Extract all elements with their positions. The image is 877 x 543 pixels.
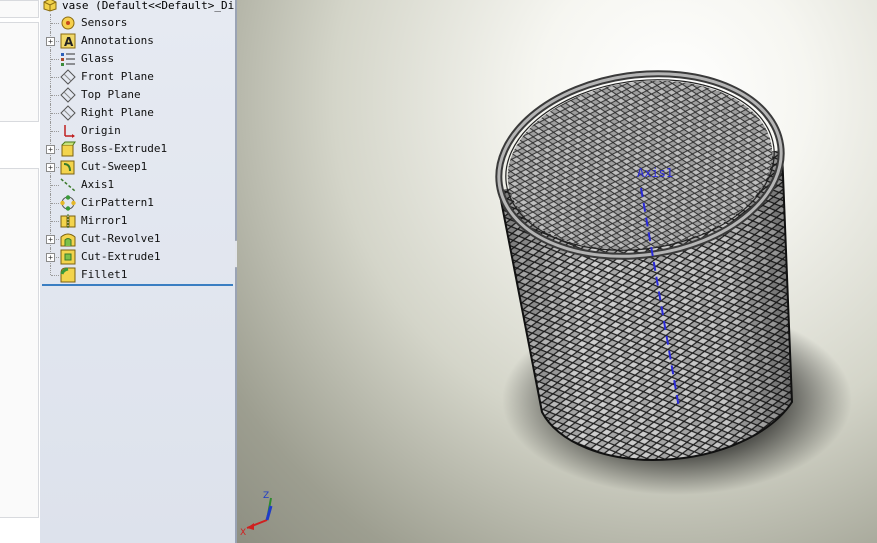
tree-item-right-plane[interactable]: Right Plane [40, 104, 235, 122]
tree-connector [51, 275, 59, 276]
tree-connector [51, 203, 59, 204]
tree-item-front-plane[interactable]: Front Plane [40, 68, 235, 86]
strip-panel [0, 22, 39, 122]
tree-item-fillet1[interactable]: Fillet1 [40, 266, 235, 284]
svg-text:A: A [64, 35, 74, 49]
graphics-viewport[interactable]: Axis1 Z X [237, 0, 877, 543]
tree-item-label: Annotations [81, 34, 154, 47]
tree-item-cirpattern1[interactable]: CirPattern1 [40, 194, 235, 212]
tree-item-top-plane[interactable]: Top Plane [40, 86, 235, 104]
plane-icon [60, 69, 76, 85]
plane-icon [60, 87, 76, 103]
strip-tab[interactable] [0, 0, 39, 18]
tree-item-boss-extrude1[interactable]: + Boss-Extrude1 [40, 140, 235, 158]
tree-item-label: Sensors [81, 16, 128, 29]
tree-connector [51, 221, 59, 222]
vase-model[interactable] [237, 0, 877, 543]
tree-item-label: Boss-Extrude1 [81, 142, 168, 155]
tree-item-label: Top Plane [81, 88, 141, 101]
tree-item-label: Fillet1 [81, 268, 128, 281]
tree-item-annotations[interactable]: + A Annotations [40, 32, 235, 50]
reference-triad[interactable]: Z X [237, 488, 287, 543]
tree-connector [51, 185, 59, 186]
tree-item-label: Glass [81, 52, 115, 65]
tree-item-cut-sweep1[interactable]: + Cut-Sweep1 [40, 158, 235, 176]
cut-revolve-icon [60, 233, 76, 247]
tree-connector [51, 95, 59, 96]
cut-sweep-icon [60, 160, 75, 175]
tree-connector [51, 131, 59, 132]
fillet-icon [60, 267, 76, 283]
triad-x-label: X [240, 528, 246, 538]
tree-item-label: Cut-Sweep1 [81, 160, 148, 173]
triad-z-label: Z [263, 491, 269, 501]
origin-icon [64, 125, 75, 138]
tree-item-cut-revolve1[interactable]: + Cut-Revolve1 [40, 230, 235, 248]
tree-connector [51, 113, 59, 114]
feature-manager-tree: vase (Default<<Default>_Disp Sensors + A An… [40, 0, 237, 543]
tree-item-origin[interactable]: Origin [40, 122, 235, 140]
tree-item-label: Front Plane [81, 70, 154, 83]
tree-item-label: Cut-Revolve1 [81, 232, 161, 245]
material-icon [61, 53, 75, 66]
strip-panel [0, 168, 39, 518]
tree-item-label: Origin [81, 124, 121, 137]
boss-extrude-icon [61, 141, 76, 157]
plane-icon [60, 105, 76, 121]
tree-item-label: Axis1 [81, 178, 115, 191]
tree-item-glass[interactable]: Glass [40, 50, 235, 68]
expand-icon[interactable]: + [46, 235, 55, 244]
tree-item-label: Mirror1 [81, 214, 128, 227]
tree-connector [51, 23, 59, 24]
cut-extrude-icon [60, 249, 76, 265]
tree-item-label: Right Plane [81, 106, 154, 119]
expand-icon[interactable]: + [46, 163, 55, 172]
tree-item-sensors[interactable]: Sensors [40, 14, 235, 32]
tree-item-label: CirPattern1 [81, 196, 154, 209]
rollback-bar[interactable] [42, 284, 233, 286]
mirror-icon [60, 214, 76, 228]
tree-item-label: Cut-Extrude1 [81, 250, 161, 263]
tree-connector [51, 77, 59, 78]
tree-item-mirror1[interactable]: Mirror1 [40, 212, 235, 230]
expand-icon[interactable]: + [46, 253, 55, 262]
part-icon [43, 0, 57, 12]
sensor-icon [61, 16, 75, 30]
tree-root-label: vase (Default<<Default>_Disp [62, 0, 237, 12]
z-axis-icon [265, 505, 273, 521]
tree-connector [50, 266, 52, 275]
axis-icon [60, 178, 76, 192]
circular-pattern-icon [60, 195, 76, 211]
tree-item-axis1[interactable]: Axis1 [40, 176, 235, 194]
expand-icon[interactable]: + [46, 37, 55, 46]
annotations-icon: A [60, 33, 76, 49]
expand-icon[interactable]: + [46, 145, 55, 154]
axis1-label[interactable]: Axis1 [637, 166, 673, 180]
tree-connector [51, 59, 59, 60]
left-panel-strip [0, 0, 41, 543]
tree-item-cut-extrude1[interactable]: + Cut-Extrude1 [40, 248, 235, 266]
